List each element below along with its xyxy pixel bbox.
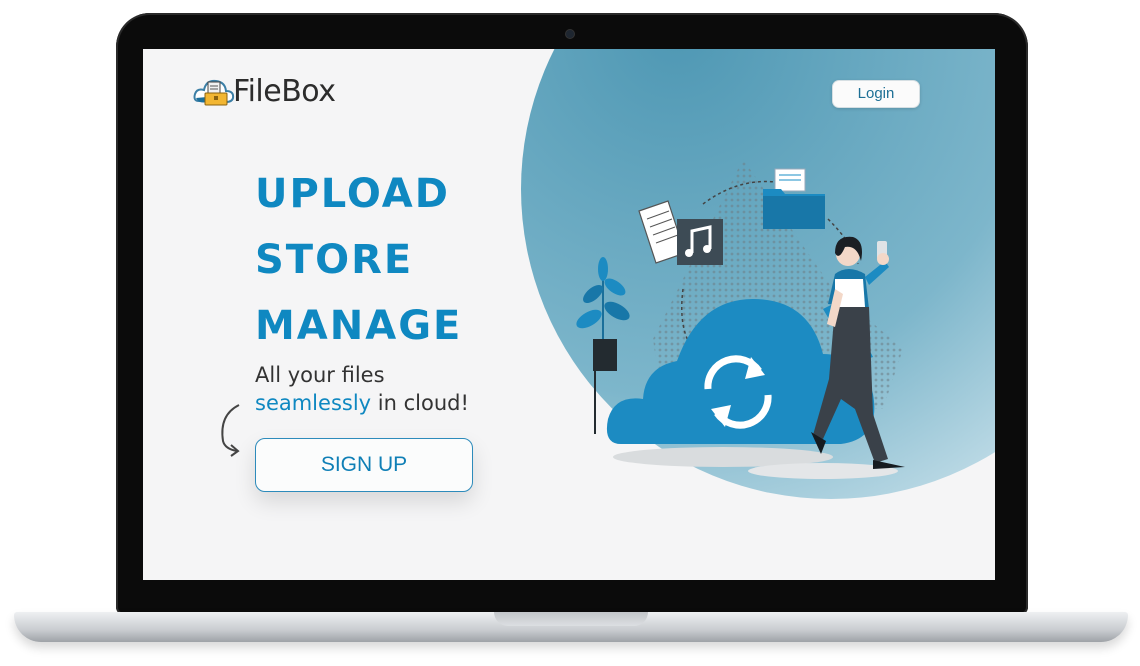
tagline-line1: All your files [255, 363, 385, 387]
sign-up-button[interactable]: SIGN UP [255, 438, 473, 492]
curved-arrow-icon [215, 401, 251, 462]
brand-name: FileBox [233, 73, 336, 109]
login-button[interactable]: Login [832, 80, 920, 108]
headline-store: STORE [255, 237, 414, 283]
laptop-hinge [494, 612, 648, 626]
music-note-icon [677, 219, 723, 265]
folder-icon [763, 168, 825, 229]
tagline-line2: seamlessly in cloud! [255, 389, 469, 417]
screen: FileBox Login UPLOAD STORE MANAGE All yo… [143, 49, 995, 580]
hero-headline: UPLOAD STORE MANAGE [255, 161, 525, 359]
webcam-icon [566, 30, 574, 38]
cloud-logo-icon [193, 71, 235, 111]
tagline-rest: in cloud! [371, 391, 469, 415]
headline-manage: MANAGE [255, 303, 463, 349]
brand-logo[interactable]: FileBox [193, 71, 336, 111]
tagline-accent: seamlessly [255, 391, 372, 415]
cloud-storage-illustration [573, 149, 993, 494]
headline-upload: UPLOAD [255, 171, 450, 217]
hero-tagline: All your files seamlessly in cloud! [255, 361, 469, 417]
